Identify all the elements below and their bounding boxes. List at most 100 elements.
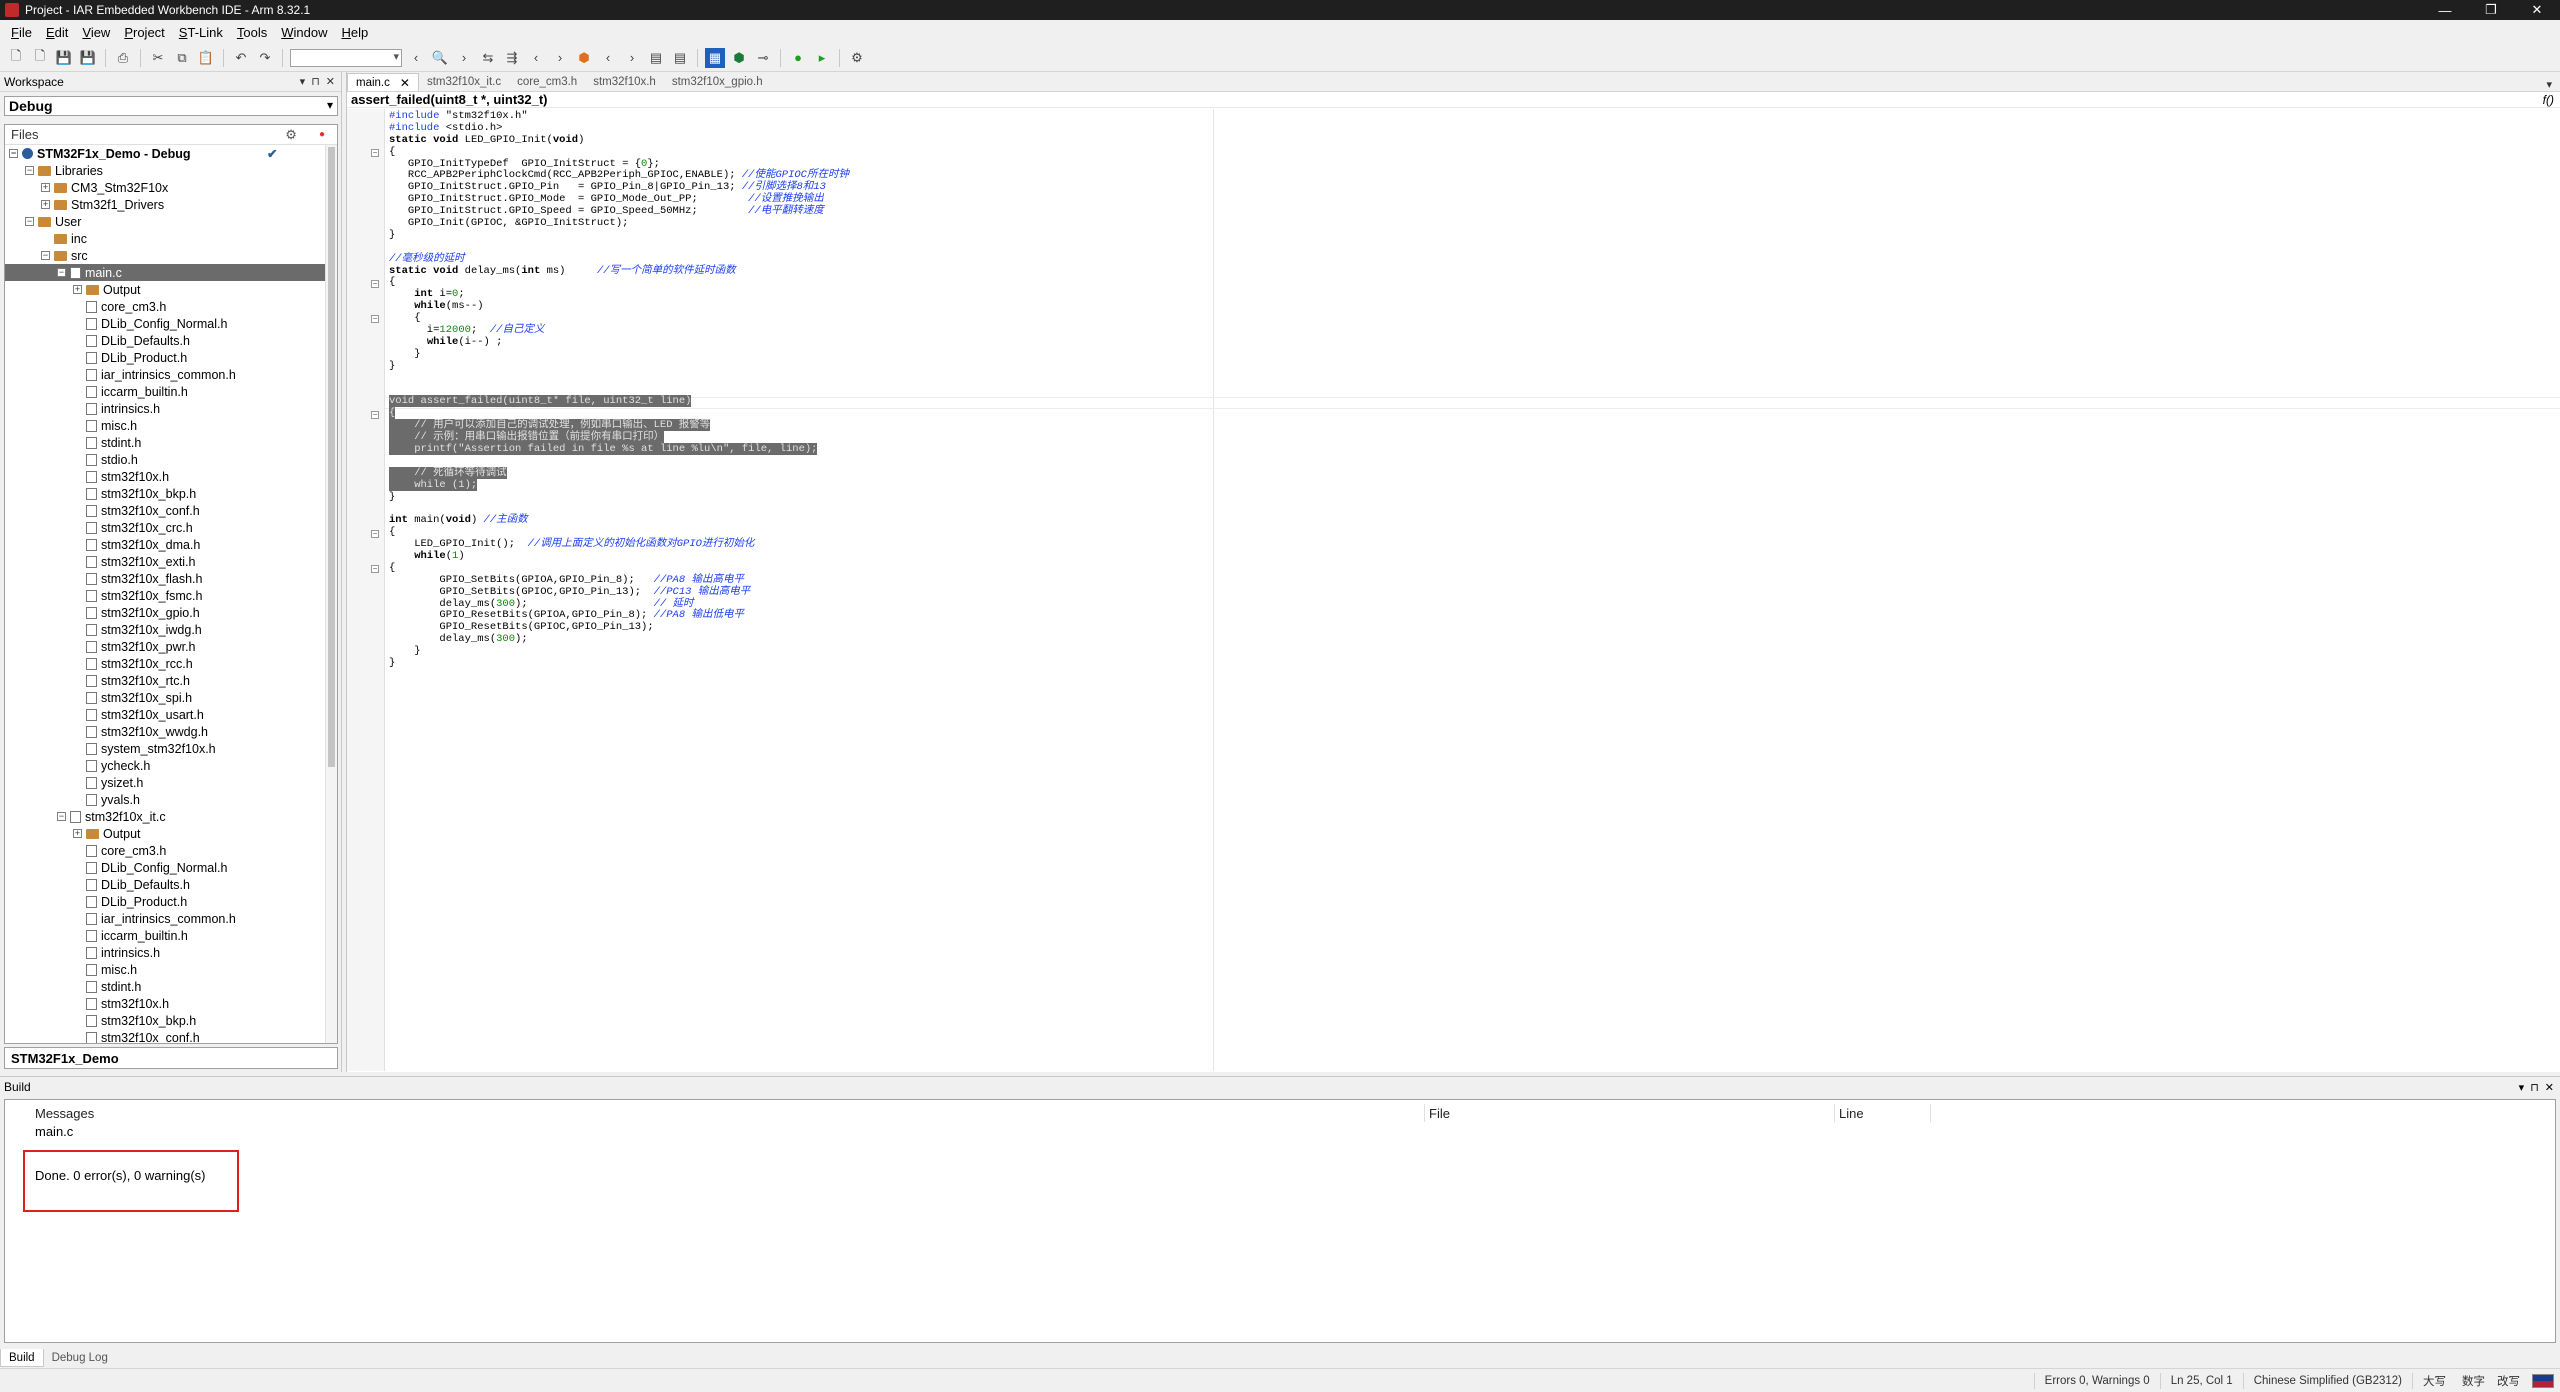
- tree-item[interactable]: stdint.h: [5, 978, 337, 995]
- code-line[interactable]: while(1): [389, 550, 849, 563]
- tabs-dropdown-icon[interactable]: ▾: [2546, 78, 2552, 91]
- new-workspace-icon[interactable]: 🗋: [30, 48, 50, 68]
- tree-item[interactable]: stm32f10x_dma.h: [5, 536, 337, 553]
- tree-item[interactable]: stm32f10x_bkp.h: [5, 1012, 337, 1029]
- close-button[interactable]: ✕: [2514, 0, 2560, 20]
- find-combo[interactable]: [290, 48, 402, 67]
- menu-st-link[interactable]: ST-Link: [172, 25, 230, 40]
- tree-item[interactable]: ysizet.h: [5, 774, 337, 791]
- probe-icon[interactable]: ⚙: [847, 48, 867, 68]
- tree-item[interactable]: DLib_Defaults.h: [5, 332, 337, 349]
- fold-icon[interactable]: −: [371, 410, 379, 419]
- tree-item[interactable]: core_cm3.h: [5, 842, 337, 859]
- tree-item[interactable]: stm32f10x_spi.h: [5, 689, 337, 706]
- tree-item[interactable]: stm32f10x_pwr.h: [5, 638, 337, 655]
- tree-item[interactable]: intrinsics.h: [5, 400, 337, 417]
- tree-item[interactable]: stm32f10x.h: [5, 995, 337, 1012]
- tab-stm32f10x-gpio-h[interactable]: stm32f10x_gpio.h: [664, 73, 771, 91]
- close-tab-icon[interactable]: ✕: [400, 76, 410, 90]
- collapse-icon[interactable]: −: [41, 251, 50, 260]
- tree-item[interactable]: stm32f10x_gpio.h: [5, 604, 337, 621]
- column-line[interactable]: Line: [1835, 1104, 1931, 1122]
- build-message-row[interactable]: main.c: [5, 1122, 2555, 1140]
- tree-item[interactable]: stm32f10x_bkp.h: [5, 485, 337, 502]
- pin-icon[interactable]: ⊓: [2530, 1081, 2539, 1094]
- tree-item[interactable]: iccarm_builtin.h: [5, 927, 337, 944]
- source-code[interactable]: #include "stm32f10x.h" #include <stdio.h>…: [389, 110, 849, 670]
- goto-icon[interactable]: ⇆: [478, 48, 498, 68]
- tree-item[interactable]: stm32f10x_rcc.h: [5, 655, 337, 672]
- tree-item[interactable]: stm32f10x_rtc.h: [5, 672, 337, 689]
- gear-icon[interactable]: ⚙: [285, 127, 297, 143]
- tree-item[interactable]: misc.h: [5, 961, 337, 978]
- collapse-icon[interactable]: −: [57, 812, 66, 821]
- tree-item[interactable]: inc: [5, 230, 337, 247]
- save-icon[interactable]: 💾: [54, 48, 74, 68]
- tab-main-c[interactable]: main.c ✕: [347, 73, 419, 91]
- tab-build[interactable]: Build: [0, 1349, 44, 1367]
- tree-item[interactable]: yvals.h: [5, 791, 337, 808]
- find-prev-icon[interactable]: ‹: [406, 48, 426, 68]
- configuration-select[interactable]: Debug: [4, 96, 338, 116]
- search-icon[interactable]: 🔍: [430, 48, 450, 68]
- tree-item[interactable]: stdio.h: [5, 451, 337, 468]
- workspace-scrollbar[interactable]: [325, 145, 337, 1043]
- code-line[interactable]: [389, 456, 849, 468]
- code-line[interactable]: }: [389, 657, 849, 670]
- tab-stm32f10x-h[interactable]: stm32f10x.h: [585, 73, 664, 91]
- tree-item[interactable]: + Output: [5, 281, 337, 298]
- tree-item[interactable]: DLib_Config_Normal.h: [5, 859, 337, 876]
- nav-forward-icon[interactable]: ›: [550, 48, 570, 68]
- tree-item[interactable]: stm32f10x.h: [5, 468, 337, 485]
- collapse-icon[interactable]: −: [25, 166, 34, 175]
- tree-item[interactable]: misc.h: [5, 417, 337, 434]
- code-line[interactable]: void assert_failed(uint8_t* file, uint32…: [389, 395, 849, 408]
- cut-icon[interactable]: ✂: [148, 48, 168, 68]
- compile-icon[interactable]: ▤: [646, 48, 666, 68]
- code-line[interactable]: while(ms--): [389, 300, 849, 313]
- tree-item[interactable]: stm32f10x_fsmc.h: [5, 587, 337, 604]
- save-all-icon[interactable]: 💾: [78, 48, 98, 68]
- tree-item[interactable]: + CM3_Stm32F10x: [5, 179, 337, 196]
- bookmark-icon[interactable]: ⇶: [502, 48, 522, 68]
- tree-item[interactable]: DLib_Defaults.h: [5, 876, 337, 893]
- tree-item[interactable]: stdint.h: [5, 434, 337, 451]
- menu-help[interactable]: Help: [334, 25, 375, 40]
- expand-icon[interactable]: +: [41, 183, 50, 192]
- download-debug-icon[interactable]: ●: [788, 48, 808, 68]
- paste-icon[interactable]: 📋: [196, 48, 216, 68]
- tree-item[interactable]: DLib_Product.h: [5, 349, 337, 366]
- code-line[interactable]: static void delay_ms(int ms) //写一个简单的软件延…: [389, 265, 849, 278]
- pane-menu-icon[interactable]: ▾: [300, 75, 306, 88]
- menu-view[interactable]: View: [75, 25, 117, 40]
- tree-item[interactable]: stm32f10x_conf.h: [5, 1029, 337, 1043]
- menu-file[interactable]: File: [4, 25, 39, 40]
- breakpoint-icon[interactable]: ⊸: [753, 48, 773, 68]
- nav-back-icon[interactable]: ‹: [526, 48, 546, 68]
- menu-window[interactable]: Window: [274, 25, 334, 40]
- tree-item[interactable]: DLib_Product.h: [5, 893, 337, 910]
- code-line[interactable]: delay_ms(300);: [389, 633, 849, 646]
- code-line[interactable]: static void LED_GPIO_Init(void): [389, 134, 849, 147]
- build-icon[interactable]: ▦: [705, 47, 725, 68]
- tab-core-cm3-h[interactable]: core_cm3.h: [509, 73, 585, 91]
- code-line[interactable]: GPIO_Init(GPIOC, &GPIO_InitStruct);: [389, 217, 849, 230]
- find-next-icon[interactable]: ›: [454, 48, 474, 68]
- expand-icon[interactable]: +: [41, 200, 50, 209]
- tree-item[interactable]: + Stm32f1_Drivers: [5, 196, 337, 213]
- close-icon[interactable]: ✕: [326, 75, 335, 88]
- tree-item[interactable]: DLib_Config_Normal.h: [5, 315, 337, 332]
- fold-icon[interactable]: −: [371, 315, 379, 324]
- expand-icon[interactable]: +: [73, 285, 82, 294]
- code-line[interactable]: }: [389, 645, 849, 658]
- pin-icon[interactable]: ⊓: [311, 75, 320, 88]
- make-icon[interactable]: ▤: [670, 48, 690, 68]
- function-navigator[interactable]: assert_failed(uint8_t *, uint32_t) f(): [347, 92, 2560, 108]
- close-icon[interactable]: ✕: [2545, 1081, 2554, 1094]
- toggle-breakpoint-icon[interactable]: ⬢: [574, 48, 594, 68]
- nav-prev-icon[interactable]: ‹: [598, 48, 618, 68]
- tree-item[interactable]: stm32f10x_exti.h: [5, 553, 337, 570]
- build-result-message[interactable]: Done. 0 error(s), 0 warning(s): [35, 1168, 206, 1183]
- print-icon[interactable]: ⎙: [113, 48, 133, 68]
- tree-item[interactable]: stm32f10x_flash.h: [5, 570, 337, 587]
